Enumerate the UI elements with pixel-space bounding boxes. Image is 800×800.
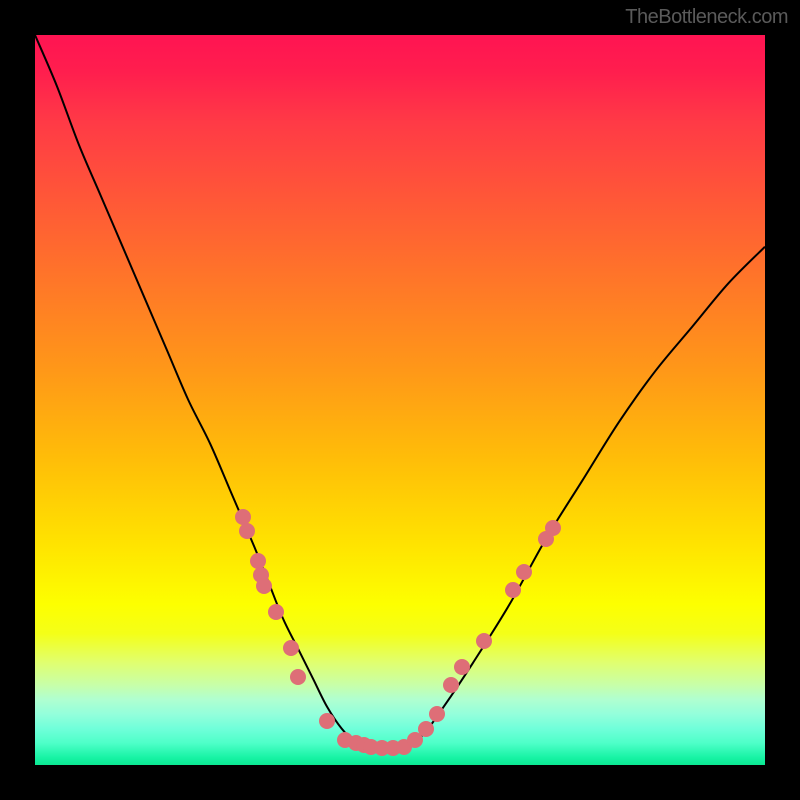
scatter-dot [454,659,470,675]
scatter-dot [476,633,492,649]
watermark-text: TheBottleneck.com [625,6,788,29]
scatter-dot [443,677,459,693]
scatter-dot [319,713,335,729]
scatter-dots-layer [35,35,765,765]
scatter-dot [283,640,299,656]
scatter-dot [239,523,255,539]
scatter-dot [250,553,266,569]
scatter-dot [268,604,284,620]
scatter-dot [516,564,532,580]
scatter-dot [545,520,561,536]
scatter-dot [235,509,251,525]
scatter-dot [505,582,521,598]
scatter-dot [429,706,445,722]
plot-area [35,35,765,765]
scatter-dot [256,578,272,594]
scatter-dot [290,669,306,685]
scatter-dot [418,721,434,737]
